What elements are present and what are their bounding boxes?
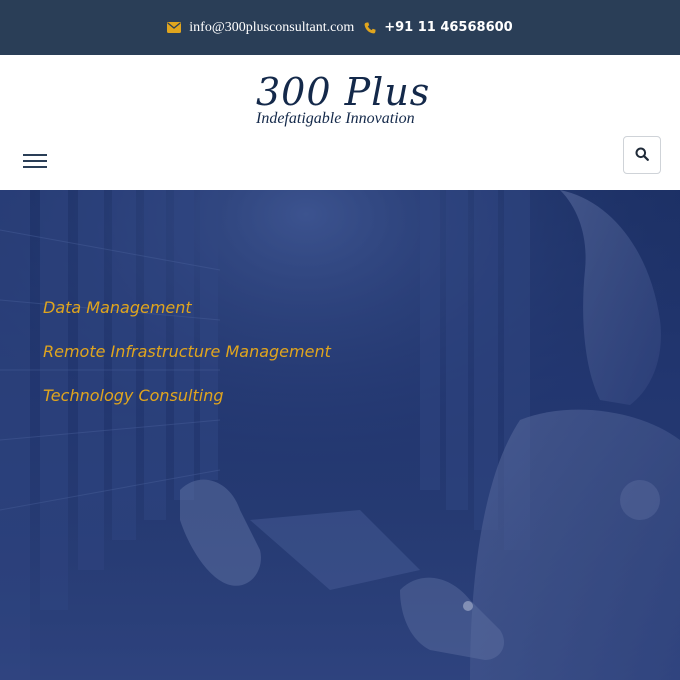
email-link[interactable]: info@300plusconsultant.com (189, 20, 354, 36)
hero-link-data-management[interactable]: Data Management (43, 298, 192, 317)
logo-wordmark: 300 Plus (256, 70, 431, 114)
hero-background-image (0, 190, 680, 680)
site-header: 300 Plus Indefatigable Innovation (0, 55, 680, 190)
phone-contact[interactable]: +91 11 46568600 (364, 20, 513, 35)
hamburger-menu-button[interactable] (23, 152, 47, 172)
hamburger-menu-icon (23, 154, 47, 156)
search-button[interactable] (623, 136, 661, 174)
hero-link-technology-consulting[interactable]: Technology Consulting (43, 386, 224, 405)
brand-logo[interactable]: 300 Plus Indefatigable Innovation (250, 70, 430, 132)
hero-banner: Data Management Remote Infrastructure Ma… (0, 190, 680, 680)
email-contact[interactable]: info@300plusconsultant.com (167, 20, 364, 36)
hero-link-remote-infrastructure-management[interactable]: Remote Infrastructure Management (43, 342, 331, 361)
search-icon (635, 146, 649, 165)
envelope-icon (167, 22, 182, 33)
phone-number[interactable]: +91 11 46568600 (384, 20, 513, 35)
logo-tagline: Indefatigable Innovation (256, 110, 415, 127)
phone-icon (364, 21, 376, 34)
top-contact-bar: info@300plusconsultant.com +91 11 465686… (0, 0, 680, 55)
